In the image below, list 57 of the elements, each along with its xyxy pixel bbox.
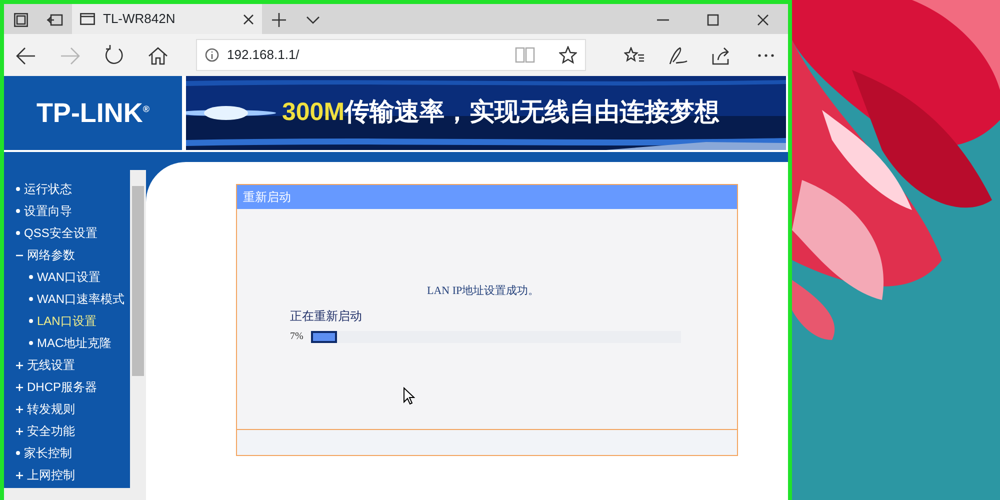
bullet-icon xyxy=(16,209,20,213)
menu-item[interactable]: 无线设置 xyxy=(4,354,129,376)
plus-icon xyxy=(16,428,23,434)
url-text: 192.168.1.1/ xyxy=(227,46,300,64)
success-message: LAN IP地址设置成功。 xyxy=(427,284,540,299)
browser-tab[interactable]: TL-WR842N xyxy=(72,4,262,34)
bullet-icon xyxy=(16,451,20,455)
plus-icon xyxy=(16,384,23,390)
menu-item[interactable]: DHCP服务器 xyxy=(4,376,129,398)
menu-item[interactable]: 转发规则 xyxy=(4,398,129,420)
mouse-pointer-icon xyxy=(403,386,415,405)
logo: TP-LINK$^{®}$ xyxy=(4,76,182,150)
close-icon xyxy=(757,14,769,26)
menu-item[interactable]: LAN口设置 xyxy=(4,310,129,332)
maximize-icon xyxy=(707,14,719,26)
menu-item[interactable]: 运行状态 xyxy=(4,178,129,200)
bullet-icon xyxy=(29,275,33,279)
menu-item[interactable]: WAN口设置 xyxy=(4,266,129,288)
menu-item[interactable]: WAN口速率模式 xyxy=(4,288,129,310)
close-icon xyxy=(243,14,254,24)
more-icon xyxy=(758,54,774,58)
bullet-icon xyxy=(16,231,20,235)
plus-icon xyxy=(16,406,23,412)
book-icon xyxy=(515,47,535,63)
pen-icon xyxy=(668,46,688,65)
scroll-thumb[interactable] xyxy=(132,186,144,376)
menu-item[interactable]: MAC地址克隆 xyxy=(4,332,129,354)
scrollbar[interactable] xyxy=(130,170,146,488)
plus-icon xyxy=(16,362,23,368)
menu-item[interactable]: 上网控制 xyxy=(4,464,129,486)
bullet-icon xyxy=(16,187,20,191)
chevron-icon xyxy=(306,16,320,24)
bullet-icon xyxy=(29,319,33,323)
favorites-icon xyxy=(624,46,644,65)
back-arrow-icon xyxy=(16,46,36,65)
bullet-icon xyxy=(29,341,33,345)
menu-item[interactable]: QSS安全设置 xyxy=(4,222,129,244)
home-icon xyxy=(148,46,168,65)
star-icon xyxy=(559,46,577,64)
progress-reading: 7% xyxy=(290,330,304,344)
tab-title: TL-WR842N xyxy=(103,10,176,28)
banner-slogan: 300M传输速率，实现无线自由连接梦想 xyxy=(281,97,720,128)
panel-title: 重新启动 xyxy=(237,185,737,209)
menu-item[interactable]: 设置向导 xyxy=(4,200,129,222)
address-bar[interactable]: 192.168.1.1/ xyxy=(196,39,586,71)
menu-item[interactable]: 家长控制 xyxy=(4,442,129,464)
plus-icon xyxy=(272,12,286,27)
forward-arrow-icon xyxy=(60,46,80,65)
scrollbar[interactable] xyxy=(4,488,146,500)
plus-icon xyxy=(16,472,23,478)
bullet-icon xyxy=(29,297,33,301)
page-icon xyxy=(80,13,95,25)
info-icon xyxy=(205,48,219,62)
status-text: 正在重新启动 xyxy=(290,308,362,325)
menu-item[interactable]: 网络参数 xyxy=(4,244,129,266)
refresh-icon xyxy=(104,45,124,66)
menu-item[interactable]: 安全功能 xyxy=(4,420,129,442)
